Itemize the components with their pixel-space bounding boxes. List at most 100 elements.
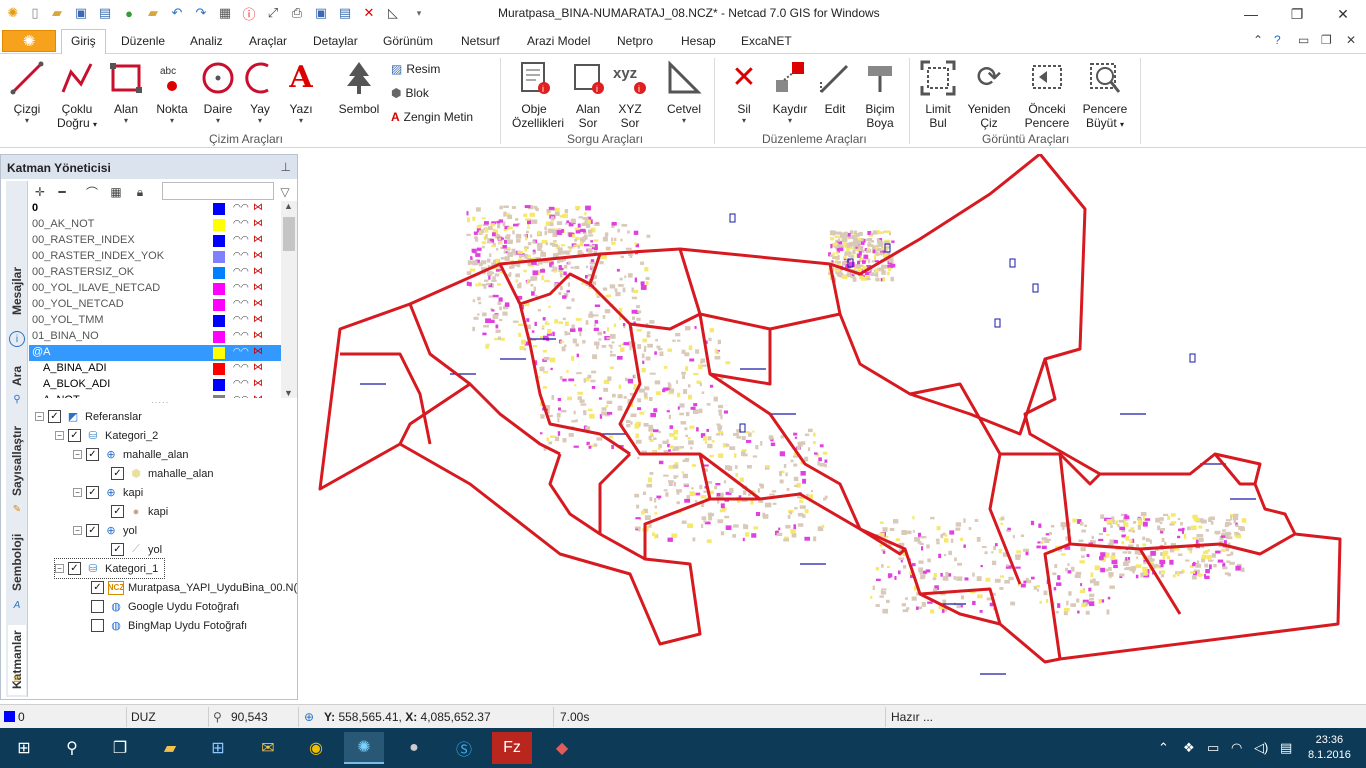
save-as-icon[interactable]: ▤ [96, 4, 114, 22]
layer-color-swatch[interactable] [213, 235, 225, 247]
onceki-pencere-button[interactable]: Önceki Pencere [1022, 58, 1072, 130]
help-bubble-icon[interactable]: ● [120, 4, 138, 22]
mdi-restore-icon[interactable]: ❐ [1321, 33, 1332, 47]
layers-icon[interactable]: ≣ [9, 671, 25, 687]
redo-icon[interactable]: ↷ [192, 4, 210, 22]
collapse-icon[interactable]: − [73, 450, 82, 459]
side-tab-mesajlar[interactable]: Mesajlar [8, 251, 26, 331]
open-folder-icon[interactable]: ▰ [48, 4, 66, 22]
lock-toggle-icon[interactable]: ⋈ [253, 234, 263, 245]
map-canvas[interactable] [300, 154, 1366, 702]
scroll-thumb[interactable] [283, 217, 295, 251]
info-icon[interactable]: i [9, 331, 25, 347]
fit-extent-icon[interactable]: ⤢ [264, 4, 282, 22]
checkbox[interactable]: ✓ [86, 486, 99, 499]
tab-araclar[interactable]: Araçlar [249, 34, 287, 48]
lock-toggle-icon[interactable]: ⋈ [253, 394, 263, 398]
lock-toggle-icon[interactable]: ⋈ [253, 314, 263, 325]
tray-chevron-icon[interactable]: ⌃ [1158, 740, 1169, 756]
status-layer[interactable]: 0 [18, 710, 25, 724]
visibility-toggle-icon[interactable]: ⌒ [83, 183, 101, 201]
alan-sor-button[interactable]: i Alan Sor [566, 58, 610, 130]
visibility-icon[interactable]: ◠◠ [233, 218, 249, 229]
tree-node-mahalle-alan-style[interactable]: ✓ ⬢ mahalle_alan [111, 464, 213, 483]
filezilla-icon[interactable]: Fz [492, 732, 532, 764]
digitize-icon[interactable]: ✎ [9, 501, 25, 517]
tab-duzenle[interactable]: Düzenle [121, 34, 165, 48]
layer-row[interactable]: 0 ◠◠ ⋈ [29, 201, 281, 217]
add-layer-icon[interactable]: ✛ [31, 183, 49, 201]
remove-layer-icon[interactable]: ━ [53, 183, 71, 201]
tab-giris[interactable]: Giriş [61, 29, 106, 55]
tree-node-kategori1[interactable]: − ✓ ⛁ Kategori_1 [53, 558, 166, 579]
tree-node-kapi[interactable]: − ✓ ⊕ kapi [73, 483, 143, 502]
lock-toggle-icon[interactable]: ⋈ [253, 362, 263, 373]
checkbox[interactable]: ✓ [86, 448, 99, 461]
layer-properties-icon[interactable]: ▦ [107, 183, 125, 201]
minimize-button[interactable]: — [1228, 0, 1274, 28]
tab-excanet[interactable]: ExcaNET [741, 34, 792, 48]
layer-color-swatch[interactable] [213, 331, 225, 343]
eraser-app-icon[interactable]: ◆ [542, 732, 582, 764]
checkbox[interactable]: ✓ [48, 410, 61, 423]
tree-node-muratpasa[interactable]: ✓ NCZ Muratpasa_YAPI_UyduBina_00.N( [91, 578, 297, 597]
tree-node-bing[interactable]: ◍ BingMap Uydu Fotoğrafı [91, 616, 247, 635]
coklu-dogru-button[interactable]: Çoklu Doğru ▾ [52, 58, 102, 132]
layer-color-swatch[interactable] [213, 251, 225, 263]
collapse-icon[interactable]: − [55, 564, 64, 573]
folder-close-icon[interactable]: ▰ [144, 4, 162, 22]
lock-toggle-icon[interactable]: ⋈ [253, 330, 263, 341]
layer-row[interactable]: A_BINA_ADI ◠◠ ⋈ [29, 361, 281, 377]
undo-icon[interactable]: ↶ [168, 4, 186, 22]
layer-color-swatch[interactable] [213, 219, 225, 231]
notifications-icon[interactable]: ▤ [1280, 740, 1292, 756]
chrome-icon[interactable]: ◉ [296, 732, 336, 764]
sil-button[interactable]: ✕ Sil ▾ [724, 58, 764, 126]
mdi-minimize-icon[interactable]: ▭ [1298, 33, 1309, 47]
app-menu-button[interactable]: ✺ [2, 30, 56, 52]
filter-icon[interactable]: ▽ [276, 183, 294, 201]
layer-search-input[interactable] [162, 182, 274, 200]
limit-bul-button[interactable]: Limit Bul [918, 58, 958, 130]
zengin-metin-button[interactable]: A Zengin Metin [391, 110, 473, 124]
visibility-icon[interactable]: ◠◠ [233, 282, 249, 293]
status-mode[interactable]: DUZ [131, 710, 156, 724]
layer-color-swatch[interactable] [213, 283, 225, 295]
tree-node-kategori2[interactable]: − ✓ ⛁ Kategori_2 [55, 426, 158, 445]
visibility-icon[interactable]: ◠◠ [233, 394, 249, 398]
tree-node-kapi-style[interactable]: ✓ ● kapi [111, 502, 168, 521]
checkbox[interactable] [91, 600, 104, 613]
tab-analiz[interactable]: Analiz [190, 34, 223, 48]
visibility-icon[interactable]: ◠◠ [233, 330, 249, 341]
app-sphere-icon[interactable]: ● [394, 732, 434, 764]
search-icon[interactable]: ⚲ [52, 732, 92, 764]
bicim-boya-button[interactable]: Biçim Boya [860, 58, 900, 130]
export-icon[interactable]: ▤ [336, 4, 354, 22]
pin-icon[interactable]: ⊥ [281, 160, 291, 174]
dropbox-icon[interactable]: ❖ [1183, 740, 1195, 756]
mdi-close-icon[interactable]: ✕ [1346, 33, 1356, 47]
tab-detaylar[interactable]: Detaylar [313, 34, 358, 48]
collapse-icon[interactable]: − [73, 526, 82, 535]
visibility-icon[interactable]: ◠◠ [233, 362, 249, 373]
yazi-button[interactable]: A Yazı ▾ [282, 58, 320, 126]
tree-node-yol[interactable]: − ✓ ⊕ yol [73, 521, 137, 540]
nokta-button[interactable]: abc Nokta ▾ [152, 58, 192, 126]
cizgi-button[interactable]: Çizgi ▾ [6, 58, 48, 126]
layer-color-swatch[interactable] [213, 379, 225, 391]
lock-toggle-icon[interactable]: ⋈ [253, 218, 263, 229]
battery-icon[interactable]: ▭ [1207, 740, 1219, 756]
kaydir-button[interactable]: Kaydır ▾ [768, 58, 812, 126]
checkbox[interactable]: ✓ [111, 505, 124, 518]
collapse-ribbon-icon[interactable]: ⌃ [1253, 33, 1263, 47]
daire-button[interactable]: Daire ▾ [198, 58, 238, 126]
collapse-icon[interactable]: − [55, 431, 64, 440]
layer-color-swatch[interactable] [213, 315, 225, 327]
tab-gorunum[interactable]: Görünüm [383, 34, 433, 48]
file-explorer-icon[interactable]: ▰ [150, 732, 190, 764]
layer-color-swatch[interactable] [213, 299, 225, 311]
checkbox[interactable]: ✓ [68, 429, 81, 442]
lock-toggle-icon[interactable]: ⋈ [253, 282, 263, 293]
tab-netsurf[interactable]: Netsurf [461, 34, 500, 48]
tree-node-mahalle-alan[interactable]: − ✓ ⊕ mahalle_alan [73, 445, 188, 464]
